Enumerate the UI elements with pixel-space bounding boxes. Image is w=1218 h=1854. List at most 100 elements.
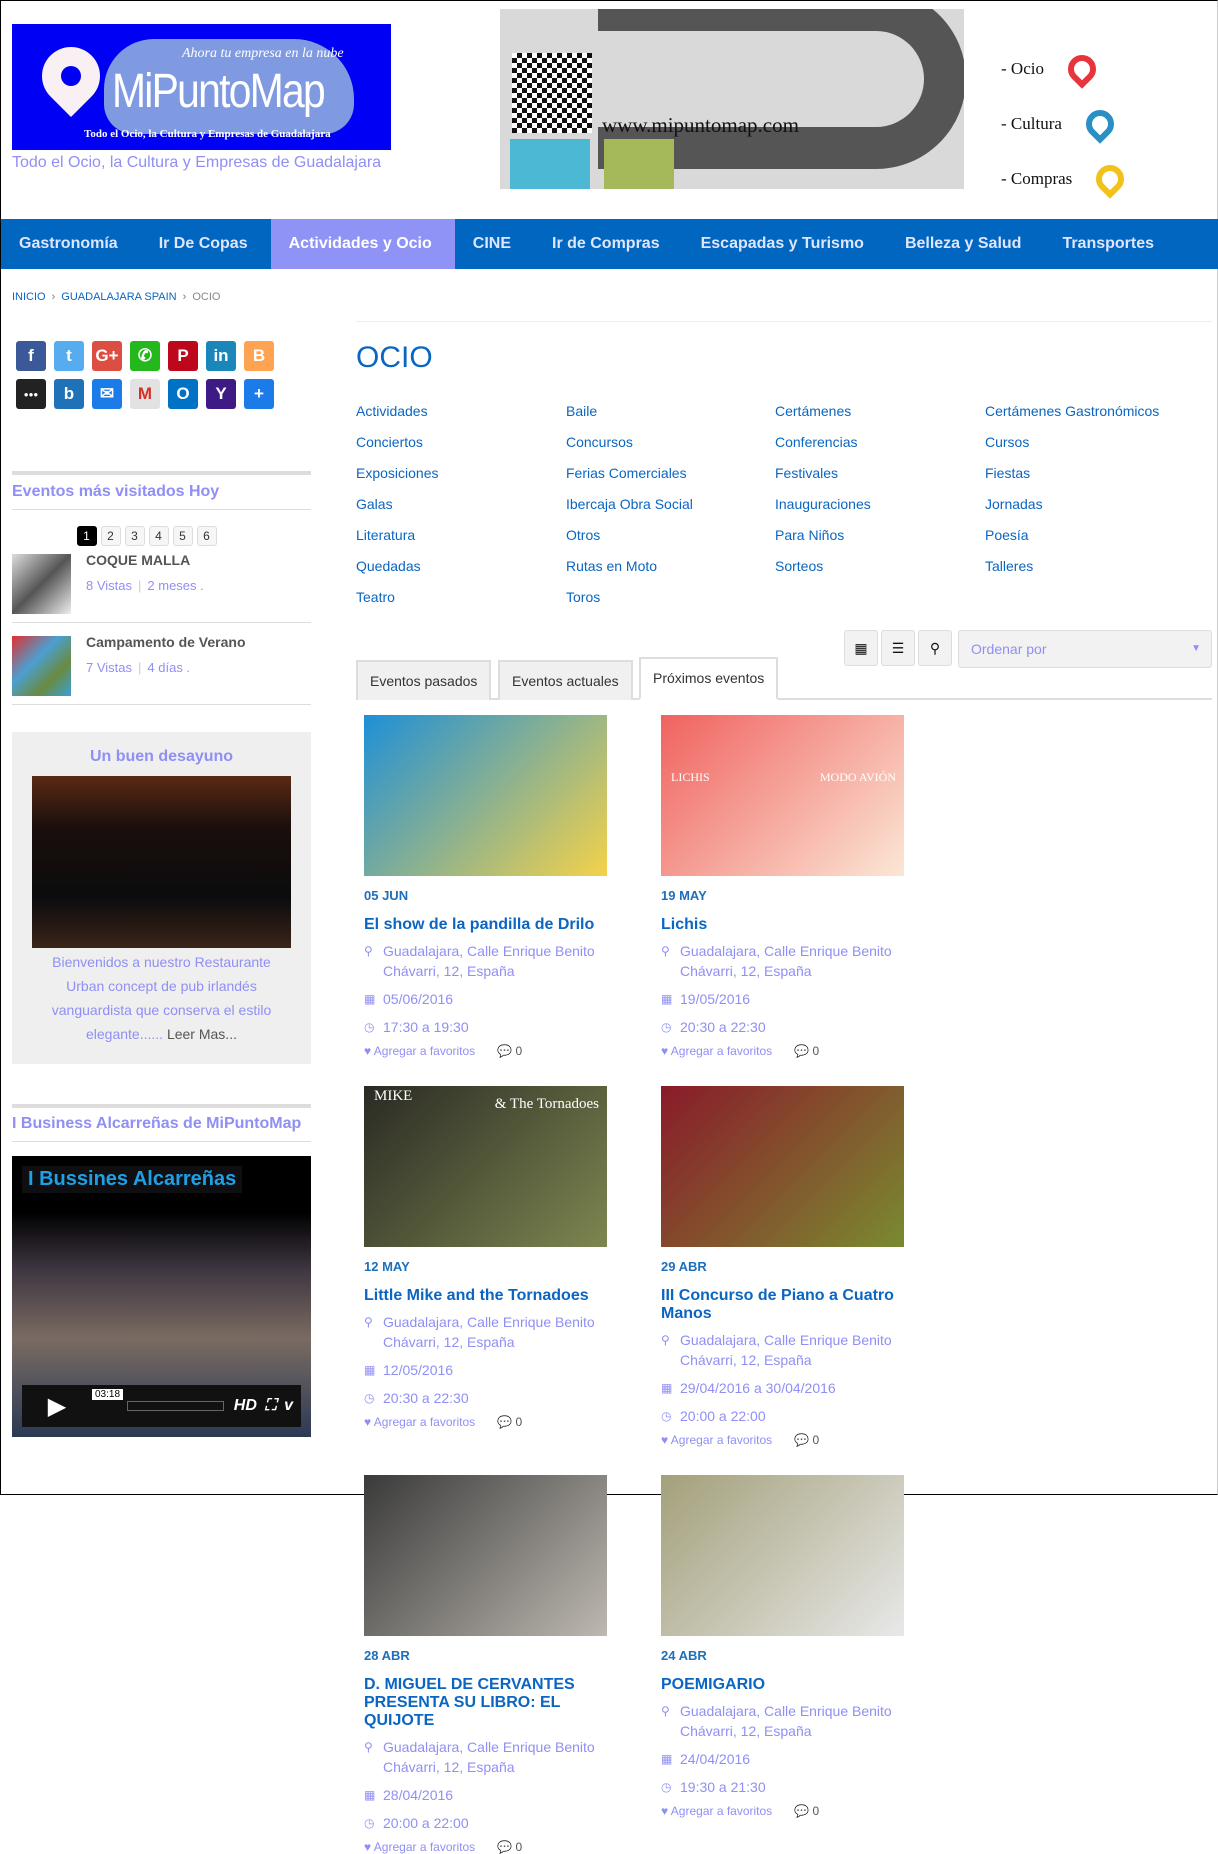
event-title[interactable]: D. MIGUEL DE CERVANTES PRESENTA SU LIBRO… — [364, 1676, 607, 1730]
category-link[interactable]: Sorteos — [775, 558, 985, 575]
vimeo-icon[interactable]: v — [284, 1397, 293, 1415]
category-link[interactable]: Baile — [566, 403, 775, 420]
category-link[interactable]: Actividades — [356, 403, 566, 420]
category-link[interactable]: Teatro — [356, 589, 566, 606]
category-link[interactable]: Ibercaja Obra Social — [566, 496, 775, 513]
category-link[interactable]: Cursos — [985, 434, 1212, 451]
page-button[interactable]: 3 — [124, 526, 145, 546]
popular-item-title[interactable]: COQUE MALLA — [86, 552, 204, 568]
bitly-icon[interactable]: b — [54, 379, 84, 409]
event-title[interactable]: Lichis — [661, 916, 904, 934]
category-link[interactable]: Ferias Comerciales — [566, 465, 775, 482]
play-icon[interactable]: ▶ — [22, 1392, 92, 1421]
category-link[interactable]: Talleres — [985, 558, 1212, 575]
category-link[interactable]: Para Niños — [775, 527, 985, 544]
popular-item[interactable]: COQUE MALLA 8 Vistas | 2 meses . — [12, 552, 311, 623]
header-banner[interactable]: www.mipuntomap.com — [500, 9, 964, 189]
category-link[interactable]: Exposiciones — [356, 465, 566, 482]
video-player[interactable]: I Bussines Alcarreñas ▶ 03:18 HD ⛶ v — [12, 1156, 311, 1437]
category-link[interactable]: Festivales — [775, 465, 985, 482]
linkedin-icon[interactable]: in — [206, 341, 236, 371]
more-icon[interactable]: + — [244, 379, 274, 409]
blogger-icon[interactable]: B — [244, 341, 274, 371]
breadcrumb-guadalajara[interactable]: GUADALAJARA SPAIN — [61, 291, 176, 303]
twitter-icon[interactable]: t — [54, 341, 84, 371]
nav-item[interactable]: Gastronomía — [1, 219, 141, 269]
event-title[interactable]: III Concurso de Piano a Cuatro Manos — [661, 1287, 904, 1323]
map-view-icon[interactable]: ⚲ — [918, 630, 952, 666]
popular-item-title[interactable]: Campamento de Verano — [86, 634, 246, 650]
nav-item[interactable]: CINE — [455, 219, 534, 269]
category-link[interactable]: Literatura — [356, 527, 566, 544]
tab-eventos-actuales[interactable]: Eventos actuales — [498, 660, 633, 700]
facebook-icon[interactable]: f — [16, 341, 46, 371]
grid-view-icon[interactable]: ▦ — [844, 630, 878, 666]
pinterest-icon[interactable]: P — [168, 341, 198, 371]
category-link[interactable]: Conciertos — [356, 434, 566, 451]
comments-count[interactable]: 💬 0 — [794, 1804, 819, 1818]
add-favorite-button[interactable]: ♥ Agregar a favoritos — [661, 1044, 772, 1058]
event-image[interactable] — [364, 1475, 607, 1636]
outlook-icon[interactable]: O — [168, 379, 198, 409]
add-favorite-button[interactable]: ♥ Agregar a favoritos — [661, 1433, 772, 1447]
category-link[interactable]: Toros — [566, 589, 775, 606]
event-image[interactable] — [661, 1086, 904, 1247]
popular-item[interactable]: Campamento de Verano 7 Vistas | 4 días . — [12, 634, 311, 705]
add-favorite-button[interactable]: ♥ Agregar a favoritos — [364, 1415, 475, 1429]
tab-eventos-pasados[interactable]: Eventos pasados — [356, 660, 492, 700]
comments-count[interactable]: 💬 0 — [794, 1433, 819, 1447]
category-link[interactable]: Jornadas — [985, 496, 1212, 513]
comments-count[interactable]: 💬 0 — [794, 1044, 819, 1058]
add-favorite-button[interactable]: ♥ Agregar a favoritos — [364, 1840, 475, 1854]
list-view-icon[interactable]: ☰ — [881, 630, 915, 666]
event-thumbnail[interactable] — [12, 554, 71, 614]
category-link[interactable]: Certámenes Gastronómicos — [985, 403, 1212, 420]
category-link[interactable]: Otros — [566, 527, 775, 544]
comments-count[interactable]: 💬 0 — [497, 1044, 522, 1058]
category-link[interactable]: Inauguraciones — [775, 496, 985, 513]
myspace-icon[interactable]: ●●● — [16, 379, 46, 409]
fullscreen-icon[interactable]: ⛶ — [265, 1397, 276, 1415]
nav-item[interactable]: Transportes — [1044, 219, 1177, 269]
category-link[interactable]: Galas — [356, 496, 566, 513]
add-favorite-button[interactable]: ♥ Agregar a favoritos — [364, 1044, 475, 1058]
page-button[interactable]: 6 — [196, 526, 217, 546]
tab-proximos-eventos[interactable]: Próximos eventos — [639, 657, 779, 700]
event-image[interactable] — [364, 715, 607, 876]
page-button[interactable]: 4 — [148, 526, 169, 546]
event-image[interactable]: MIKE & The Tornadoes — [364, 1086, 607, 1247]
google-plus-icon[interactable]: G+ — [92, 341, 122, 371]
event-thumbnail[interactable] — [12, 636, 71, 696]
page-button[interactable]: 1 — [76, 526, 97, 546]
page-button[interactable]: 2 — [100, 526, 121, 546]
comments-count[interactable]: 💬 0 — [497, 1415, 522, 1429]
add-favorite-button[interactable]: ♥ Agregar a favoritos — [661, 1804, 772, 1818]
read-more-link[interactable]: Leer Mas... — [163, 1026, 237, 1042]
event-title[interactable]: El show de la pandilla de Drilo — [364, 916, 607, 934]
event-image[interactable] — [661, 1475, 904, 1636]
gmail-icon[interactable]: M — [130, 379, 160, 409]
whatsapp-icon[interactable]: ✆ — [130, 341, 160, 371]
category-link[interactable]: Poesía — [985, 527, 1212, 544]
nav-item[interactable]: Ir De Copas — [141, 219, 271, 269]
category-link[interactable]: Quedadas — [356, 558, 566, 575]
site-logo[interactable]: Ahora tu empresa en la nube MiPuntoMap T… — [12, 24, 391, 150]
nav-item[interactable]: Ir de Compras — [534, 219, 683, 269]
category-link[interactable]: Concursos — [566, 434, 775, 451]
breadcrumb-inicio[interactable]: INICIO — [12, 291, 46, 303]
ad-image[interactable] — [32, 776, 291, 948]
hd-button[interactable]: HD — [234, 1397, 257, 1415]
page-button[interactable]: 5 — [172, 526, 193, 546]
ad-title[interactable]: Un buen desayuno — [32, 748, 291, 766]
nav-item[interactable]: Belleza y Salud — [887, 219, 1045, 269]
event-image[interactable]: LICHIS MODO AVIÓN — [661, 715, 904, 876]
category-link[interactable]: Rutas en Moto — [566, 558, 775, 575]
email-icon[interactable]: ✉ — [92, 379, 122, 409]
category-link[interactable]: Conferencias — [775, 434, 985, 451]
yahoo-icon[interactable]: Y — [206, 379, 236, 409]
comments-count[interactable]: 💬 0 — [497, 1840, 522, 1854]
nav-item[interactable]: Escapadas y Turismo — [683, 219, 887, 269]
category-link[interactable]: Fiestas — [985, 465, 1212, 482]
sort-select[interactable]: Ordenar por ▼ — [958, 630, 1212, 668]
category-link[interactable]: Certámenes — [775, 403, 985, 420]
